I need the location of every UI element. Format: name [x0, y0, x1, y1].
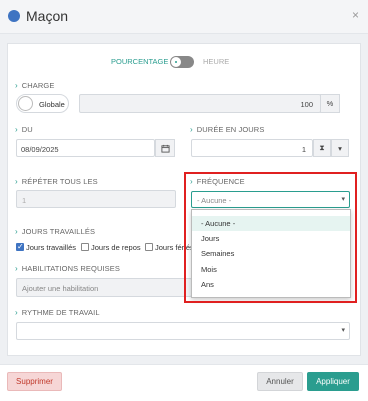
repeter-input[interactable]: 1: [16, 190, 176, 208]
frequence-option[interactable]: - Aucune -: [192, 216, 350, 231]
chevron-down-icon: ▾: [341, 327, 345, 334]
frequence-label: › FRÉQUENCE: [190, 177, 245, 186]
cancel-button[interactable]: Annuler: [257, 372, 303, 391]
habilitation-placeholder: Ajouter une habilitation: [22, 284, 99, 293]
charge-mode-switch[interactable]: Globale: [16, 94, 69, 113]
mode-toggle[interactable]: [170, 56, 194, 68]
duree-input[interactable]: 1: [191, 139, 313, 157]
modal-dialog: Maçon × POURCENTAGE HEURE › CHARGE Global…: [0, 0, 368, 401]
duree-dropdown-caret-icon[interactable]: ▾: [331, 139, 349, 157]
hourglass-icon[interactable]: ⧗: [313, 139, 331, 157]
percent-addon: %: [320, 94, 340, 113]
date-value: 08/09/2025: [21, 145, 59, 154]
status-dot-icon: [8, 10, 20, 22]
chevron-right-icon: ›: [15, 125, 18, 134]
habilitations-label: › HABILITATIONS REQUISES: [15, 264, 120, 273]
checkbox-jours-repos[interactable]: [81, 243, 89, 251]
calendar-button[interactable]: [155, 139, 175, 157]
frequence-option[interactable]: Mois: [192, 262, 350, 277]
toggle-left-label: POURCENTAGE: [111, 57, 169, 66]
chevron-right-icon: ›: [190, 125, 193, 134]
rythme-select[interactable]: ▾: [16, 322, 350, 340]
frequence-select[interactable]: - Aucune - ▾: [191, 191, 350, 208]
modal-title: Maçon: [26, 8, 69, 24]
modal-header: Maçon ×: [0, 0, 368, 34]
chevron-right-icon: ›: [15, 308, 18, 317]
charge-label: › CHARGE: [15, 81, 55, 90]
habilitation-input[interactable]: Ajouter une habilitation: [16, 278, 192, 297]
jours-option-label: Jours fériés: [155, 243, 191, 252]
frequence-dropdown-list: - Aucune - Jours Semaines Mois Ans: [191, 209, 351, 298]
jours-label: › JOURS TRAVAILLÉS: [15, 227, 96, 236]
chevron-right-icon: ›: [15, 177, 18, 186]
frequence-option[interactable]: Ans: [192, 277, 350, 292]
du-label: › DU: [15, 125, 33, 134]
chevron-down-icon: ▾: [341, 196, 345, 203]
checkbox-jours-travailles[interactable]: [16, 242, 24, 251]
toggle-right-label: HEURE: [203, 57, 230, 66]
frequence-option[interactable]: Semaines: [192, 246, 350, 261]
switch-knob: [18, 96, 33, 111]
duree-value: 1: [301, 145, 306, 154]
delete-button[interactable]: Supprimer: [7, 372, 62, 391]
duree-label: › DURÉE EN JOURS: [190, 125, 265, 134]
charge-value-input[interactable]: 100: [79, 94, 321, 113]
repeter-label: › RÉPÉTER TOUS LES: [15, 177, 98, 186]
date-input[interactable]: 08/09/2025: [16, 139, 155, 157]
checkbox-jours-feries[interactable]: [145, 243, 153, 251]
charge-value: 100: [300, 100, 313, 109]
apply-button[interactable]: Appliquer: [307, 372, 359, 391]
chevron-right-icon: ›: [190, 177, 193, 186]
jours-option-label: Jours de repos: [91, 243, 141, 252]
chevron-right-icon: ›: [15, 81, 18, 90]
frequence-selected: - Aucune -: [197, 196, 232, 205]
jours-option-label: Jours travaillés: [26, 243, 77, 252]
chevron-right-icon: ›: [15, 227, 18, 236]
frequence-option[interactable]: Jours: [192, 231, 350, 246]
close-icon[interactable]: ×: [352, 8, 359, 22]
charge-mode-label: Globale: [39, 100, 65, 109]
calendar-icon: [160, 144, 170, 153]
rythme-label: › RYTHME DE TRAVAIL: [15, 308, 100, 317]
chevron-right-icon: ›: [15, 264, 18, 273]
repeter-value: 1: [22, 196, 27, 205]
